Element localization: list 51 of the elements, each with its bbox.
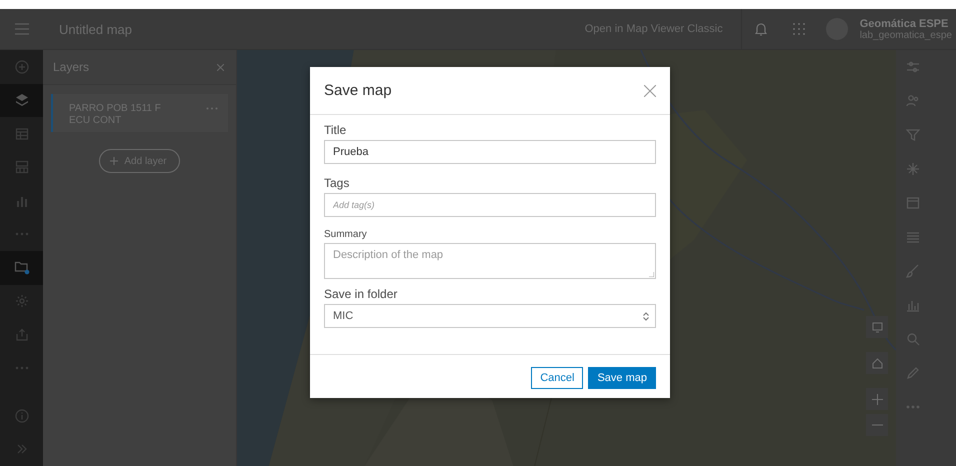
pencil-icon <box>906 366 920 380</box>
bell-icon[interactable] <box>754 22 767 36</box>
close-button[interactable] <box>644 84 656 96</box>
close-icon <box>644 84 656 96</box>
home-button[interactable] <box>866 352 888 374</box>
rail-button[interactable] <box>0 84 43 117</box>
people-icon <box>906 94 920 108</box>
screen-button[interactable] <box>866 316 888 338</box>
field-label: Save in folder <box>324 287 398 301</box>
layers-icon <box>14 93 28 108</box>
add-icon <box>14 60 28 74</box>
tray-icon <box>14 328 28 342</box>
grid-icon <box>14 160 28 174</box>
zoom-in-button[interactable] <box>866 388 888 410</box>
field-label: Title <box>324 123 348 137</box>
info-icon <box>14 408 28 423</box>
plus-icon <box>872 394 882 404</box>
plus-icon <box>110 157 118 165</box>
folder-select[interactable]: MIC <box>324 304 656 328</box>
sparkle-icon <box>906 162 920 176</box>
sliders-icon <box>906 60 920 74</box>
field-label: Tags <box>324 176 350 190</box>
minus-icon <box>872 424 882 426</box>
expand-icon <box>16 444 28 454</box>
more-icon <box>14 232 28 236</box>
list-icon <box>906 230 920 244</box>
folder-icon <box>14 260 30 276</box>
user-name: Geomática ESPE <box>860 18 950 30</box>
title-field[interactable]: Prueba <box>324 140 656 164</box>
dialog-title: Save map <box>324 82 392 99</box>
filter-icon <box>906 128 920 142</box>
menu-icon[interactable] <box>14 23 28 35</box>
chart-icon <box>906 298 920 312</box>
summary-field[interactable]: Description of the map <box>324 243 656 279</box>
save-button[interactable]: Save map <box>588 367 656 389</box>
rail-button[interactable] <box>0 251 43 284</box>
monitor-icon <box>872 322 882 332</box>
brush-icon <box>906 264 920 278</box>
more-icon <box>14 366 28 370</box>
cancel-button[interactable]: Cancel <box>531 367 584 389</box>
home-icon <box>872 358 882 368</box>
resize-grip-icon <box>649 272 654 277</box>
close-icon[interactable] <box>217 64 224 70</box>
search-icon <box>906 332 920 346</box>
settings-icon <box>14 294 28 308</box>
apps-icon[interactable] <box>792 23 805 35</box>
chevron-icon <box>643 312 649 320</box>
field-label: Summary <box>324 229 368 240</box>
table-icon <box>906 196 920 210</box>
zoom-out-button[interactable] <box>866 414 888 436</box>
table-icon <box>14 126 28 141</box>
